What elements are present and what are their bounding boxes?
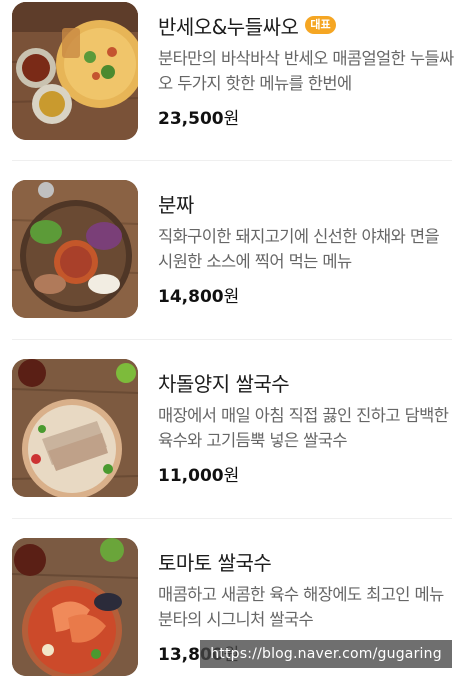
price-amount: 11,000 xyxy=(158,466,224,486)
price-amount: 23,500 xyxy=(158,109,224,129)
menu-item[interactable]: 반세오&누들싸오 대표 분타만의 바삭바삭 반세오 매콤얼얼한 누들싸오 두가지… xyxy=(12,2,454,140)
menu-item-photo xyxy=(12,538,138,676)
banh-xeo-photo-image xyxy=(12,2,138,140)
menu-item-name: 차돌양지 쌀국수 xyxy=(158,371,290,396)
menu-item-description: 매장에서 매일 아침 직접 끓인 진하고 담백한 육수와 고기듬뿍 넣은 쌀국수 xyxy=(158,406,449,450)
menu-item[interactable]: 차돌양지 쌀국수 매장에서 매일 아침 직접 끓인 진하고 담백한 육수와 고기… xyxy=(12,359,452,497)
brisket-pho-photo-image xyxy=(12,359,138,497)
menu-item-price: 11,000원 xyxy=(158,461,454,486)
menu-item-name: 반세오&누들싸오 xyxy=(158,14,299,39)
menu-item-price: 14,800원 xyxy=(158,282,454,307)
menu-item-description: 직화구이한 돼지고기에 신선한 야채와 면을 시원한 소스에 찍어 먹는 메뉴 xyxy=(158,227,440,271)
price-unit: 원 xyxy=(223,466,240,486)
menu-item-description: 매콤하고 새콤한 육수 해장에도 최고인 메뉴 분타의 시그니처 쌀국수 xyxy=(158,585,444,629)
menu-item-photo xyxy=(12,180,138,318)
menu-item-name: 분짜 xyxy=(158,192,194,217)
price-unit: 원 xyxy=(223,287,240,307)
tomato-pho-photo-image xyxy=(12,538,138,676)
menu-item-photo xyxy=(12,2,138,140)
menu-item-description: 분타만의 바삭바삭 반세오 매콤얼얼한 누들싸오 두가지 핫한 메뉴를 한번에 xyxy=(158,49,454,93)
bun-cha-photo-image xyxy=(12,180,138,318)
featured-badge: 대표 xyxy=(305,16,336,34)
menu-item-name: 토마토 쌀국수 xyxy=(158,550,272,575)
divider xyxy=(12,518,452,519)
price-amount: 14,800 xyxy=(158,287,224,307)
divider xyxy=(12,160,452,161)
menu-item-price: 23,500원 xyxy=(158,104,454,129)
menu-item-photo xyxy=(12,359,138,497)
blog-url-watermark: https://blog.naver.com/gugaring xyxy=(200,640,452,668)
divider xyxy=(12,339,452,340)
price-unit: 원 xyxy=(223,109,240,129)
menu-item[interactable]: 분짜 직화구이한 돼지고기에 신선한 야채와 면을 시원한 소스에 찍어 먹는 … xyxy=(12,180,452,318)
